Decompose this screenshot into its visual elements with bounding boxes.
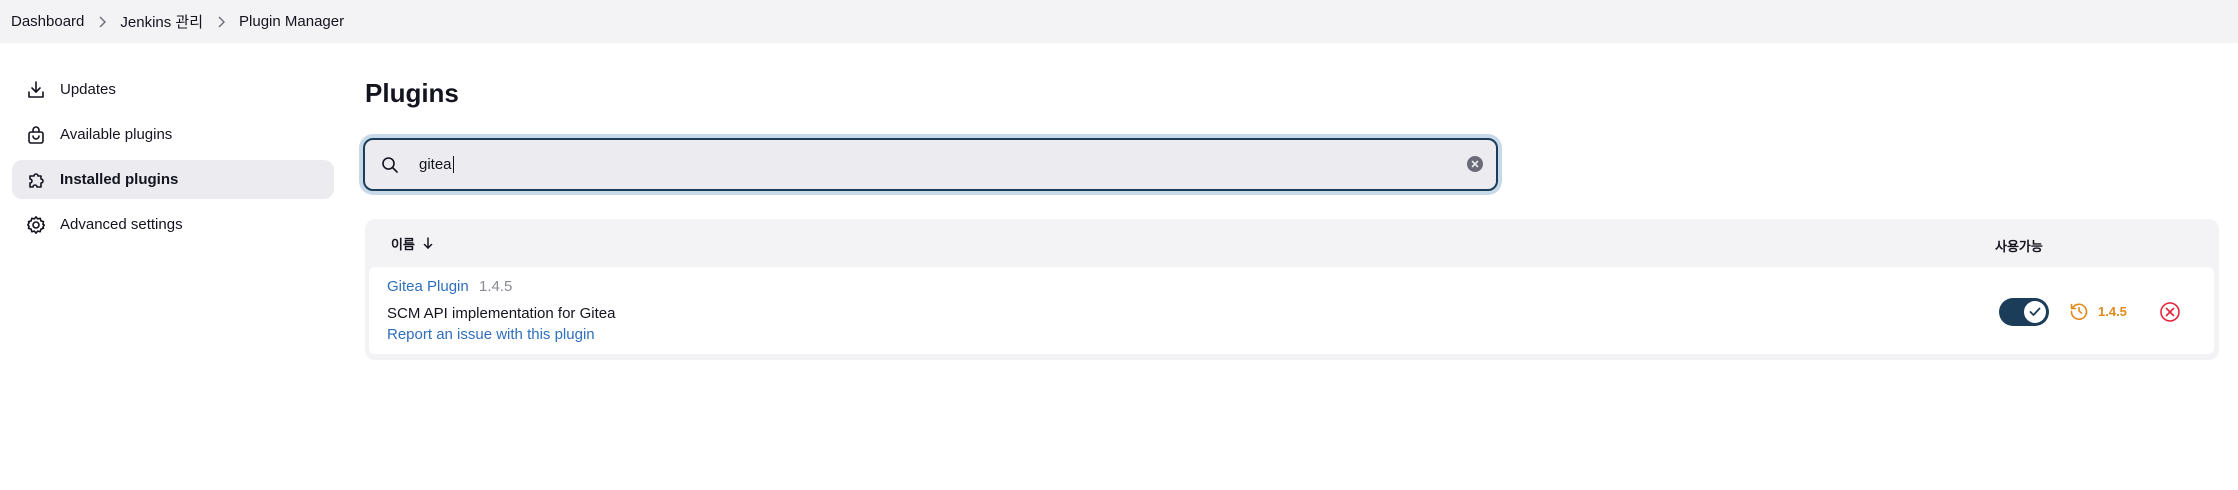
breadcrumb: Dashboard Jenkins 관리 Plugin Manager: [0, 0, 2238, 43]
breadcrumb-manage-jenkins[interactable]: Jenkins 관리: [120, 11, 203, 32]
plugin-name-link[interactable]: Gitea Plugin: [387, 278, 469, 295]
search-icon: [381, 156, 399, 174]
sidebar-item-installed-plugins[interactable]: Installed plugins: [12, 160, 334, 199]
uninstall-icon[interactable]: [2159, 301, 2181, 323]
enabled-toggle[interactable]: [1999, 298, 2049, 326]
sidebar-item-label: Advanced settings: [60, 216, 183, 233]
sidebar-item-available-plugins[interactable]: Available plugins: [12, 115, 334, 154]
search-value[interactable]: gitea: [419, 156, 454, 174]
search-input[interactable]: gitea: [363, 138, 1498, 191]
chevron-right-icon: [216, 16, 226, 28]
sidebar-item-updates[interactable]: Updates: [12, 70, 334, 109]
page-title: Plugins: [365, 78, 459, 108]
sidebar-item-advanced-settings[interactable]: Advanced settings: [12, 205, 334, 244]
shopping-bag-icon: [26, 125, 46, 145]
table-header: 이름 사용가능: [369, 219, 2214, 267]
sidebar-item-label: Available plugins: [60, 126, 173, 143]
clear-icon[interactable]: [1467, 156, 1483, 172]
check-icon: [2024, 301, 2046, 323]
sidebar-item-label: Updates: [60, 81, 116, 98]
breadcrumb-plugin-manager[interactable]: Plugin Manager: [239, 13, 344, 30]
downgrade-version: 1.4.5: [2098, 303, 2127, 319]
sidebar-item-label: Installed plugins: [60, 171, 179, 188]
downgrade-button[interactable]: 1.4.5: [2069, 301, 2127, 321]
puzzle-icon: [26, 170, 46, 190]
report-issue-link[interactable]: Report an issue with this plugin: [387, 326, 595, 343]
plugin-version: 1.4.5: [479, 278, 513, 295]
gear-icon: [26, 215, 46, 235]
breadcrumb-dashboard[interactable]: Dashboard: [11, 13, 84, 30]
arrow-down-icon: [423, 237, 433, 249]
sidebar: Updates Available plugins Installed plug…: [12, 70, 334, 250]
column-name-header[interactable]: 이름: [391, 234, 433, 253]
chevron-right-icon: [97, 16, 107, 28]
table-row: Gitea Plugin 1.4.5 SCM API implementatio…: [369, 267, 2214, 354]
history-icon: [2069, 301, 2089, 321]
plugin-description: SCM API implementation for Gitea: [387, 305, 616, 322]
plugins-table: 이름 사용가능 Gitea Plugin 1.4.5 SCM API imple…: [365, 219, 2219, 360]
column-enabled-header[interactable]: 사용가능: [1995, 236, 2043, 255]
download-icon: [26, 80, 46, 100]
